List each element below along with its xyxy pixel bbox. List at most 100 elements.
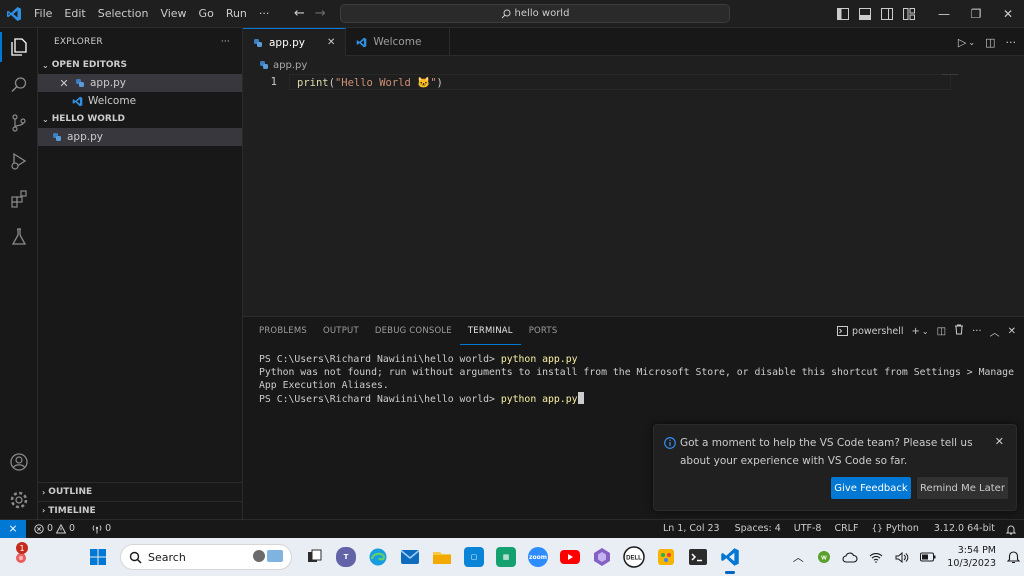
settings-gear-icon[interactable] <box>0 481 38 519</box>
task-view-icon[interactable] <box>298 538 330 576</box>
open-editor-app-py[interactable]: ✕ app.py <box>38 74 242 92</box>
terminal-shell-selector[interactable]: powershell <box>837 326 904 337</box>
tab-ports[interactable]: PORTS <box>521 318 566 344</box>
toggle-secondary-sidebar-icon[interactable] <box>876 0 898 28</box>
run-dropdown-icon[interactable]: ⌄ <box>968 38 975 47</box>
code-editor[interactable]: app.py 1 print("Hello World 🐱") <box>243 56 1024 316</box>
go-forward-icon[interactable]: → <box>315 6 326 22</box>
terminal-dropdown-icon[interactable]: ⌄ <box>922 327 929 336</box>
menu-run[interactable]: Run <box>220 0 253 28</box>
search-view-icon[interactable] <box>0 66 38 104</box>
editor-more-icon[interactable]: ··· <box>1006 36 1017 49</box>
command-center-search[interactable]: hello world <box>340 4 730 23</box>
menu-selection[interactable]: Selection <box>92 0 155 28</box>
indentation[interactable]: Spaces: 4 <box>725 520 786 538</box>
extensions-icon[interactable] <box>0 180 38 218</box>
open-editor-welcome[interactable]: Welcome <box>38 92 242 110</box>
close-window-icon[interactable]: ✕ <box>992 0 1024 28</box>
toggle-panel-icon[interactable] <box>854 0 876 28</box>
customize-layout-icon[interactable] <box>898 0 920 28</box>
menu-edit[interactable]: Edit <box>58 0 91 28</box>
radio-tower-icon <box>92 524 102 533</box>
wifi-icon[interactable] <box>863 538 889 576</box>
chevron-down-icon: ⌄ <box>42 114 49 124</box>
remote-indicator-icon[interactable]: ⨯ <box>0 519 26 538</box>
panel-more-icon[interactable]: ··· <box>972 326 982 337</box>
ports-indicator[interactable]: 0 <box>80 520 116 538</box>
taskbar-search[interactable]: Search <box>120 544 292 570</box>
close-panel-icon[interactable]: ✕ <box>1008 326 1016 337</box>
encoding[interactable]: UTF-8 <box>786 520 827 538</box>
timeline-section[interactable]: › TIMELINE <box>38 501 243 519</box>
folder-section[interactable]: ⌄ HELLO WORLD <box>38 110 242 128</box>
close-notification-icon[interactable]: ✕ <box>995 435 1004 448</box>
menu-view[interactable]: View <box>154 0 192 28</box>
dell-app-icon[interactable]: DELL <box>618 538 650 576</box>
tab-terminal[interactable]: TERMINAL <box>459 318 521 345</box>
menu-file[interactable]: File <box>28 0 58 28</box>
run-file-icon[interactable]: ▷ <box>958 36 966 49</box>
breadcrumb-file[interactable]: app.py <box>273 60 307 71</box>
run-debug-icon[interactable] <box>0 142 38 180</box>
problems-indicator[interactable]: 0 0 <box>26 520 80 538</box>
notification-center-icon[interactable] <box>1002 538 1024 576</box>
explorer-icon[interactable] <box>0 28 38 66</box>
windows-store-app-icon[interactable]: ▢ <box>458 538 490 576</box>
close-tab-icon[interactable]: ✕ <box>327 37 335 48</box>
vscode-taskbar-icon[interactable] <box>714 538 746 576</box>
python-interpreter[interactable]: 3.12.0 64-bit <box>924 520 1000 538</box>
battery-icon[interactable] <box>915 538 941 576</box>
split-terminal-icon[interactable]: ◫ <box>937 326 946 337</box>
close-icon[interactable]: ✕ <box>58 77 70 90</box>
remind-me-later-button[interactable]: Remind Me Later <box>917 477 1008 499</box>
weather-widget-icon[interactable]: 1 <box>0 538 42 576</box>
source-control-icon[interactable] <box>0 104 38 142</box>
taskbar-clock[interactable]: 3:54 PM 10/3/2023 <box>941 544 1002 570</box>
testing-flask-icon[interactable] <box>0 218 38 256</box>
outline-section[interactable]: › OUTLINE <box>38 483 243 501</box>
open-editors-section[interactable]: ⌄ OPEN EDITORS <box>38 56 242 74</box>
tray-app-icon[interactable]: w <box>811 538 837 576</box>
tab-debug-console[interactable]: DEBUG CONSOLE <box>367 318 460 344</box>
kill-terminal-trash-icon[interactable] <box>954 324 964 338</box>
give-feedback-button[interactable]: Give Feedback <box>831 477 911 499</box>
paint-app-icon[interactable] <box>650 538 682 576</box>
edge-browser-icon[interactable] <box>362 538 394 576</box>
split-editor-icon[interactable]: ◫ <box>985 36 995 49</box>
accounts-icon[interactable] <box>0 443 38 481</box>
tab-app-py[interactable]: app.py ✕ <box>243 28 347 56</box>
timeline-label: TIMELINE <box>48 505 96 516</box>
go-back-icon[interactable]: ← <box>294 6 305 22</box>
teams-chat-icon[interactable]: T <box>330 538 362 576</box>
windows-terminal-icon[interactable] <box>682 538 714 576</box>
terminal-output[interactable]: PS C:\Users\Richard Nawiini\hello world>… <box>259 353 1014 406</box>
menu-more[interactable]: ··· <box>253 0 276 28</box>
maximize-panel-icon[interactable]: ︿ <box>990 324 1000 339</box>
restore-icon[interactable]: ❐ <box>960 0 992 28</box>
youtube-icon[interactable] <box>554 538 586 576</box>
cursor-position[interactable]: Ln 1, Col 23 <box>658 520 725 538</box>
tab-welcome[interactable]: Welcome <box>346 28 451 56</box>
menu-go[interactable]: Go <box>193 0 220 28</box>
end-of-line[interactable]: CRLF <box>826 520 863 538</box>
onedrive-cloud-icon[interactable] <box>837 538 863 576</box>
volume-speaker-icon[interactable] <box>889 538 915 576</box>
minimize-icon[interactable]: — <box>928 0 960 28</box>
toggle-primary-sidebar-icon[interactable] <box>832 0 854 28</box>
file-app-py[interactable]: app.py <box>38 128 242 146</box>
file-explorer-icon[interactable] <box>426 538 458 576</box>
new-terminal-icon[interactable]: + <box>912 326 920 337</box>
copilot-app-icon[interactable] <box>586 538 618 576</box>
zoom-app-icon[interactable]: zoom <box>522 538 554 576</box>
mail-icon[interactable] <box>394 538 426 576</box>
minimap[interactable] <box>942 74 958 75</box>
tab-output[interactable]: OUTPUT <box>315 318 367 344</box>
notifications-bell-icon[interactable] <box>1000 524 1024 535</box>
outlook-calendar-icon[interactable]: ▦ <box>490 538 522 576</box>
terminal-command: python app.py <box>500 394 578 405</box>
start-windows-icon[interactable] <box>82 538 114 576</box>
language-mode[interactable]: {} Python <box>863 520 923 538</box>
explorer-more-button[interactable]: ··· <box>221 37 230 47</box>
show-hidden-icons-chevron-icon[interactable]: ︿ <box>785 538 811 576</box>
tab-problems[interactable]: PROBLEMS <box>251 318 315 344</box>
